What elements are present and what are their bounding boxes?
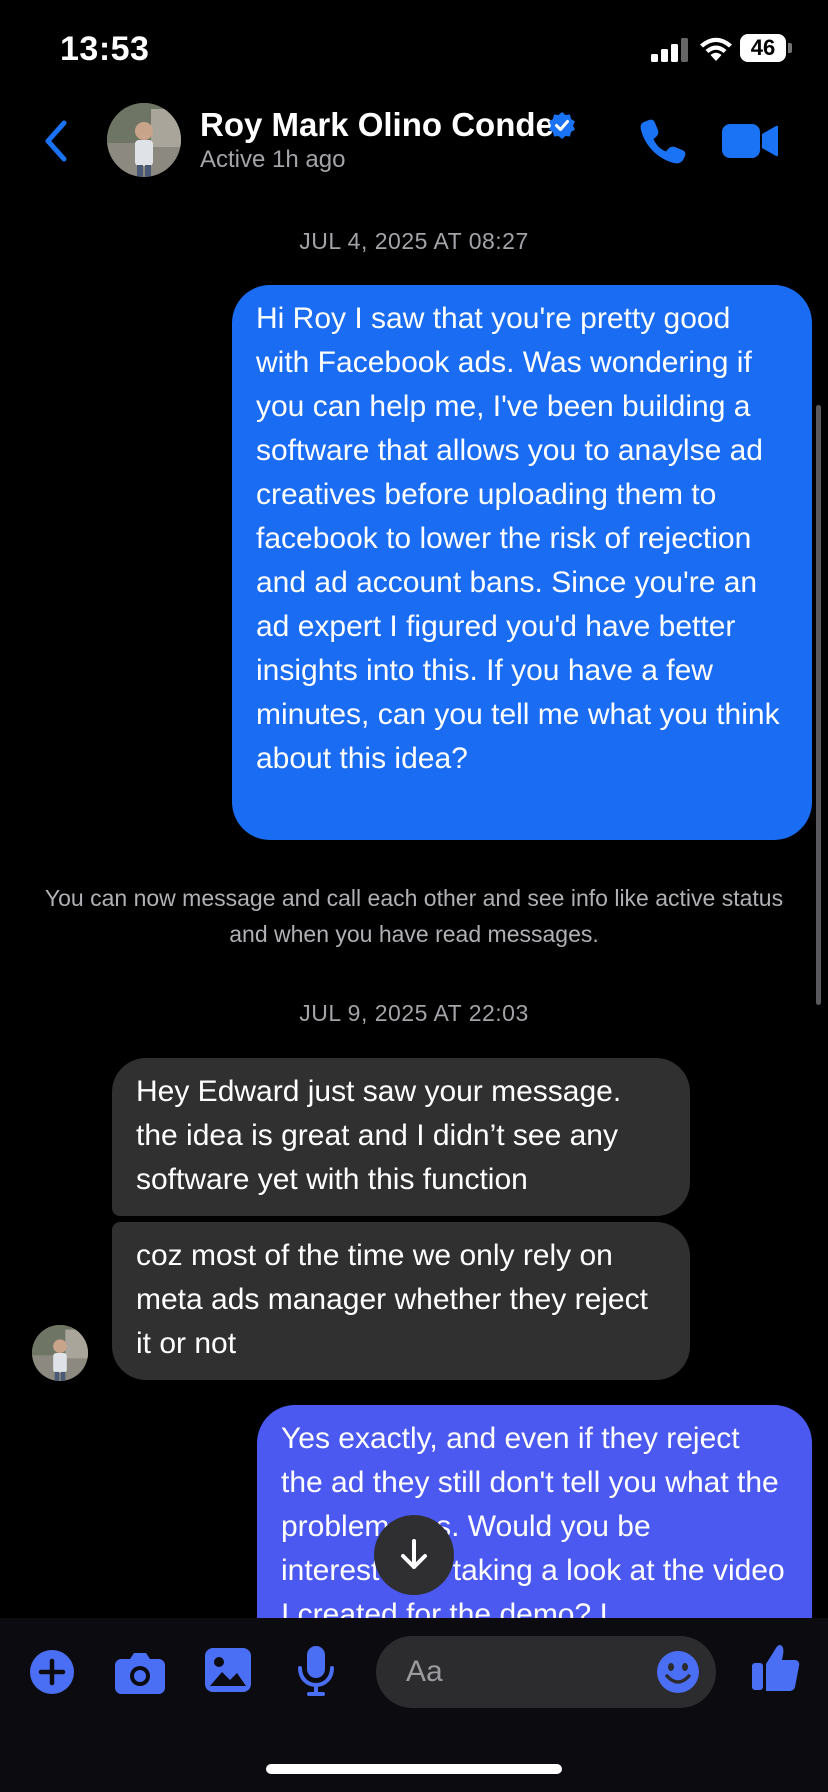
sender-avatar[interactable] bbox=[32, 1325, 88, 1381]
incoming-message[interactable]: Hey Edward just saw your message. the id… bbox=[112, 1058, 690, 1216]
scroll-down-icon bbox=[401, 1539, 427, 1569]
image-icon[interactable] bbox=[205, 1648, 251, 1692]
verified-icon bbox=[549, 112, 575, 139]
video-icon[interactable] bbox=[722, 122, 778, 160]
timestamp: JUL 4, 2025 AT 08:27 bbox=[299, 228, 529, 254]
incoming-message[interactable]: coz most of the time we only rely on met… bbox=[112, 1222, 690, 1380]
thumbs-up-icon[interactable] bbox=[752, 1642, 800, 1692]
messenger-chat-screen: 13:53 46 Roy Mark Olino Conde Active 1h … bbox=[0, 0, 828, 1792]
home-indicator bbox=[266, 1764, 562, 1774]
battery-icon: 46 bbox=[740, 34, 792, 62]
outgoing-message[interactable]: Yes exactly, and even if they reject the… bbox=[257, 1405, 812, 1618]
scrollbar[interactable] bbox=[816, 405, 821, 1005]
outgoing-message[interactable]: Hi Roy I saw that you're pretty good wit… bbox=[232, 285, 812, 840]
status-bar: 13:53 46 bbox=[0, 0, 828, 100]
plus-icon[interactable] bbox=[30, 1650, 74, 1694]
camera-icon[interactable] bbox=[115, 1650, 165, 1694]
contact-status: Active 1h ago bbox=[200, 146, 346, 173]
signal-icon bbox=[651, 38, 688, 62]
timestamp: JUL 9, 2025 AT 22:03 bbox=[299, 1000, 529, 1026]
contact-avatar[interactable] bbox=[107, 103, 181, 177]
scroll-down-button[interactable] bbox=[374, 1515, 454, 1595]
call-icon[interactable] bbox=[638, 118, 686, 164]
microphone-icon[interactable] bbox=[297, 1646, 335, 1696]
system-notice: You can now message and call each other … bbox=[44, 885, 784, 947]
status-time: 13:53 bbox=[60, 30, 150, 68]
wifi-icon bbox=[700, 37, 732, 61]
chat-header: Roy Mark Olino Conde Active 1h ago bbox=[0, 100, 828, 186]
battery-level: 46 bbox=[750, 35, 776, 60]
back-icon[interactable] bbox=[40, 118, 74, 164]
message-input[interactable]: Aa bbox=[376, 1636, 716, 1708]
contact-name[interactable]: Roy Mark Olino Conde bbox=[200, 106, 554, 144]
message-input-placeholder: Aa bbox=[406, 1655, 443, 1688]
emoji-icon[interactable] bbox=[656, 1650, 700, 1694]
